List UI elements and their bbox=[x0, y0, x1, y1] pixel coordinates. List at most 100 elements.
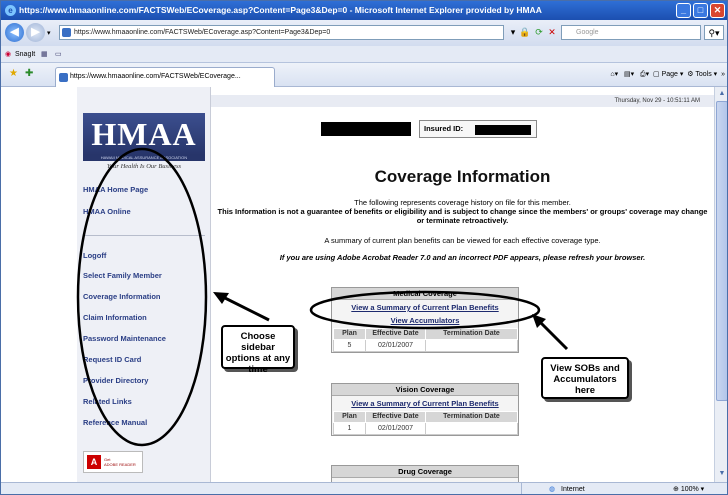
medical-coverage-table: Plan Effective Date Termination Date 5 0… bbox=[333, 328, 518, 352]
scroll-thumb[interactable] bbox=[716, 101, 727, 401]
table-header: Termination Date bbox=[425, 328, 518, 340]
tab-title: https://www.hmaaonline.com/FACTSWeb/ECov… bbox=[70, 73, 241, 80]
drug-coverage-title: Drug Coverage bbox=[332, 466, 518, 478]
table-header: Termination Date bbox=[425, 411, 518, 423]
favorites-star-icon[interactable]: ★ bbox=[9, 68, 18, 79]
stop-button[interactable]: ✕ bbox=[546, 25, 558, 40]
home-icon[interactable]: ⌂▾ bbox=[610, 71, 618, 78]
medical-coverage-box: Medical Coverage View a Summary of Curre… bbox=[331, 287, 519, 353]
sidebar-item-related[interactable]: Related Links bbox=[83, 397, 132, 406]
vision-summary-link[interactable]: View a Summary of Current Plan Benefits bbox=[332, 398, 518, 409]
logo-tagline: Your Health Is Our Business bbox=[106, 163, 182, 170]
address-toolbar: ◀ ▶ ▾ https://www.hmaaonline.com/FACTSWe… bbox=[1, 20, 727, 46]
termination-date-cell bbox=[425, 339, 518, 352]
sidebar-divider bbox=[83, 235, 205, 236]
main-content: Thursday, Nov 29 - 10:51:11 AM Insured I… bbox=[211, 87, 714, 482]
zoom-text: 100% bbox=[680, 486, 699, 493]
snagit-button[interactable]: SnagIt bbox=[15, 46, 35, 63]
vertical-scrollbar[interactable]: ▲ ▼ bbox=[714, 87, 727, 482]
table-header: Plan bbox=[333, 328, 366, 340]
table-header: Effective Date bbox=[365, 328, 426, 340]
close-button[interactable]: ✕ bbox=[710, 3, 725, 18]
summary-text: A summary of current plan benefits can b… bbox=[324, 236, 601, 245]
capture-window-icon[interactable]: ▭ bbox=[55, 46, 62, 63]
capture-icon[interactable]: ▦ bbox=[41, 46, 48, 63]
address-text: https://www.hmaaonline.com/FACTSWeb/ECov… bbox=[74, 29, 331, 36]
plan-cell: 1 bbox=[333, 422, 366, 435]
sidebar-callout: Choose sidebar options at any time bbox=[221, 325, 295, 375]
scroll-down-icon[interactable]: ▼ bbox=[716, 468, 727, 480]
effective-date-cell: 02/01/2007 bbox=[365, 339, 426, 352]
plan-cell: 5 bbox=[333, 339, 366, 352]
table-row: 5 02/01/2007 bbox=[333, 339, 518, 352]
sidebar-item-password[interactable]: Password Maintenance bbox=[83, 334, 166, 343]
sidebar-item-provider[interactable]: Provider Directory bbox=[83, 376, 148, 385]
back-button[interactable]: ◀ bbox=[5, 23, 24, 42]
page-menu-label: Page bbox=[661, 71, 678, 78]
links-bar: ◉ SnagIt ▦ ▭ bbox=[1, 46, 727, 63]
search-placeholder: Google bbox=[576, 29, 599, 36]
intro-text: The following represents coverage histor… bbox=[354, 198, 571, 207]
medical-summary-link[interactable]: View a Summary of Current Plan Benefits bbox=[332, 302, 518, 313]
sidebar-item-manual[interactable]: Reference Manual bbox=[83, 418, 147, 427]
hmaa-logo: HMAA bbox=[83, 113, 205, 155]
tools-menu-label: Tools bbox=[695, 71, 712, 78]
title-bar: e https://www.hmaaonline.com/FACTSWeb/EC… bbox=[1, 1, 727, 20]
logo-subtext: HAWAII MEDICAL ASSURANCE ASSOCIATION bbox=[83, 155, 205, 161]
page-viewport: HMAA HAWAII MEDICAL ASSURANCE ASSOCIATIO… bbox=[1, 87, 714, 482]
sidebar-item-select-family[interactable]: Select Family Member bbox=[83, 271, 162, 280]
sidebar-item-logoff[interactable]: Logoff bbox=[83, 251, 106, 260]
status-divider bbox=[521, 483, 522, 494]
forward-button[interactable]: ▶ bbox=[26, 23, 45, 42]
refresh-button[interactable]: ⟳ bbox=[533, 25, 545, 40]
get-adobe-reader-badge[interactable]: A Get ADOBE READER bbox=[83, 451, 143, 473]
disclaimer-text: This Information is not a guarantee of b… bbox=[217, 207, 708, 225]
sidebar: HMAA HAWAII MEDICAL ASSURANCE ASSOCIATIO… bbox=[77, 87, 211, 482]
security-zone: Internet bbox=[561, 486, 585, 493]
maximize-button[interactable]: □ bbox=[693, 3, 708, 18]
tools-menu[interactable]: ⚙ Tools ▾ bbox=[687, 71, 717, 78]
globe-icon: ◍ bbox=[549, 486, 556, 493]
more-icon[interactable]: » bbox=[721, 71, 725, 78]
tab-favicon-icon bbox=[59, 73, 68, 82]
adobe-icon: A bbox=[87, 455, 101, 469]
insured-id-label: Insured ID: bbox=[424, 124, 464, 133]
window-title: https://www.hmaaonline.com/FACTSWeb/ECov… bbox=[19, 5, 542, 15]
sidebar-item-coverage[interactable]: Coverage Information bbox=[83, 292, 161, 301]
redacted-id bbox=[475, 125, 531, 135]
medical-coverage-title: Medical Coverage bbox=[332, 288, 518, 300]
table-header: Effective Date bbox=[365, 411, 426, 423]
status-bar: ◍ Internet ⊕ 100% ▾ bbox=[1, 482, 727, 494]
page-title: Coverage Information bbox=[374, 167, 551, 186]
history-dropdown-icon[interactable]: ▾ bbox=[47, 29, 51, 37]
vision-coverage-table: Plan Effective Date Termination Date 1 0… bbox=[333, 411, 518, 435]
page-menu[interactable]: ▢ Page ▾ bbox=[653, 71, 683, 78]
address-dropdown-icon[interactable]: ▾ bbox=[508, 25, 518, 40]
view-accumulators-link[interactable]: View Accumulators bbox=[332, 315, 518, 326]
scroll-up-icon[interactable]: ▲ bbox=[716, 88, 727, 100]
search-go-button[interactable]: ⚲▾ bbox=[704, 25, 724, 40]
lock-icon[interactable]: 🔒 bbox=[519, 25, 531, 40]
favorites-tab-bar: ★ ✚ https://www.hmaaonline.com/FACTSWeb/… bbox=[1, 63, 727, 87]
browser-tab[interactable]: https://www.hmaaonline.com/FACTSWeb/ECov… bbox=[55, 67, 275, 87]
search-input[interactable]: Google bbox=[561, 25, 701, 40]
table-row: 1 02/01/2007 bbox=[333, 422, 518, 435]
sidebar-item-home[interactable]: HMAA Home Page bbox=[83, 185, 148, 194]
vision-coverage-box: Vision Coverage View a Summary of Curren… bbox=[331, 383, 519, 436]
feeds-icon[interactable]: ▤▾ bbox=[624, 71, 634, 78]
zoom-level[interactable]: ⊕ 100% ▾ bbox=[673, 483, 704, 494]
date-line: Thursday, Nov 29 - 10:51:11 AM bbox=[211, 95, 714, 107]
page-favicon-icon bbox=[62, 28, 71, 37]
address-input[interactable]: https://www.hmaaonline.com/FACTSWeb/ECov… bbox=[59, 25, 504, 40]
snagit-icon: ◉ bbox=[5, 51, 12, 58]
minimize-button[interactable]: _ bbox=[676, 3, 691, 18]
print-icon[interactable]: ⎙▾ bbox=[640, 71, 649, 78]
effective-date-cell: 02/01/2007 bbox=[365, 422, 426, 435]
add-favorites-icon[interactable]: ✚ bbox=[25, 68, 33, 79]
sidebar-item-claims[interactable]: Claim Information bbox=[83, 313, 147, 322]
sidebar-item-id-card[interactable]: Request ID Card bbox=[83, 355, 141, 364]
termination-date-cell bbox=[425, 422, 518, 435]
redacted-name bbox=[321, 122, 411, 136]
sidebar-item-online[interactable]: HMAA Online bbox=[83, 207, 131, 216]
sob-callout: View SOBs and Accumulators here bbox=[541, 357, 629, 399]
